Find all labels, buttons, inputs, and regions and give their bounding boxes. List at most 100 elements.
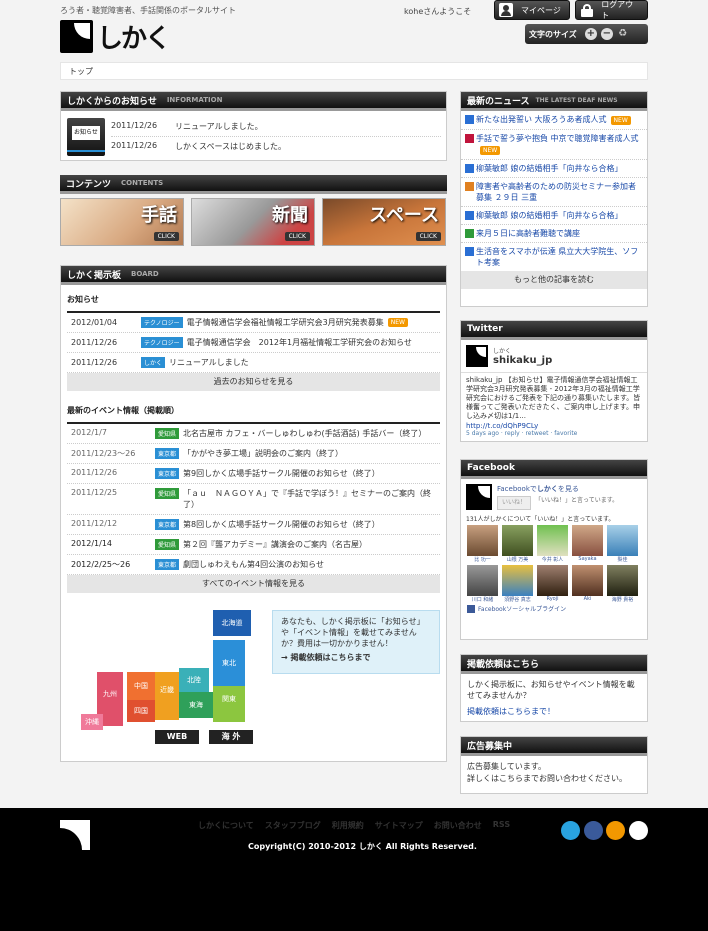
fb-fan[interactable]: 須野谷 真志	[502, 565, 533, 603]
lock-icon	[580, 3, 593, 17]
footer-logo-icon[interactable]	[60, 820, 90, 850]
row-text: 劇団しゅわえもん第4回公演のお知らせ	[183, 560, 324, 569]
information-list: 2011/12/26 リニューアルしました。 2011/12/26 しかくスペースは…	[111, 117, 441, 156]
region-hokuriku[interactable]: 北陸	[179, 668, 209, 692]
notice-badge-icon: お知らせ	[67, 118, 105, 156]
list-item[interactable]: 生活音をスマホが伝達 県立大大学院生、ソフト考案	[461, 243, 647, 271]
fb-fan[interactable]: 山根 万美	[502, 525, 533, 563]
footer-link-terms[interactable]: 利用規約	[332, 820, 364, 831]
table-row[interactable]: 2012/1/7 愛知県 北名古屋市 カフェ・バーしゅわしゅわ(手話酒話) 手話バー…	[67, 424, 440, 444]
list-item[interactable]: 2011/12/26 リニューアルしました。	[111, 117, 441, 137]
promo-box: あなたも、しかく掲示板に「お知らせ」や「イベント情報」を載せてみませんか？費用は…	[272, 610, 440, 674]
rss-circle-icon[interactable]	[606, 821, 625, 840]
row-date: 2012/1/14	[71, 539, 113, 548]
fb-fan[interactable]: 海野 貴裕	[607, 565, 638, 603]
twitter-handle[interactable]: shikaku_jp	[493, 355, 552, 366]
font-reset-button[interactable]: ♻	[617, 28, 629, 40]
list-item[interactable]: 2011/12/26 しかくスペースはじめました。	[111, 137, 441, 156]
breadcrumb-top-link[interactable]: トップ	[69, 67, 93, 76]
fb-fan[interactable]: Aki	[572, 565, 603, 603]
list-item[interactable]: 柳葉敏郎 娘の結婚相手「向井なら合格」	[461, 160, 647, 178]
footer-link-sitemap[interactable]: サイトマップ	[375, 820, 423, 831]
logout-button[interactable]: ログアウト	[575, 0, 648, 20]
tweet-link[interactable]: http://t.co/dQhP9CLy	[461, 422, 647, 430]
region-kanto[interactable]: 関東	[213, 686, 245, 722]
ads-line2[interactable]: 詳しくはこちらまでお問い合わせください。	[467, 773, 641, 785]
row-date: 2012/2/25〜26	[71, 560, 131, 569]
logo-mark-icon	[60, 20, 93, 53]
fan-name: 山根 万美	[506, 557, 529, 563]
fb-plugin-label[interactable]: Facebookソーシャルプラグイン	[478, 604, 566, 613]
footer-link-contact[interactable]: お問い合わせ	[434, 820, 482, 831]
past-notices-link[interactable]: 過去のお知らせを見る	[67, 373, 440, 391]
region-shikoku[interactable]: 四国	[127, 700, 155, 722]
fb-fan[interactable]: 比 功一	[467, 525, 498, 563]
table-row[interactable]: 2012/1/14 愛知県 第２回『聾アカデミー』講演会のご案内（名古屋）	[67, 535, 440, 555]
row-date: 2012/01/04	[71, 318, 118, 327]
news-title: 最新のニュース	[467, 96, 530, 107]
fan-name: 梨佳	[617, 557, 628, 563]
fb-like-button[interactable]: いいね！	[497, 496, 532, 510]
more-news-link[interactable]: もっと他の記事を読む	[461, 271, 647, 289]
banner-space[interactable]: スペース CLICK	[322, 198, 446, 246]
list-item[interactable]: 障害者や高齢者のための防災セミナー参加者募集 ２９日 三重	[461, 178, 647, 207]
region-tag: 愛知県	[155, 539, 180, 550]
region-kinki[interactable]: 近畿	[155, 672, 179, 720]
twitter-avatar[interactable]	[466, 345, 488, 367]
avatar	[607, 565, 638, 596]
contents-title: コンテンツ	[66, 179, 112, 190]
region-web[interactable]: WEB	[155, 730, 199, 744]
fb-faces-row1: 比 功一 山根 万美 今井 彰人 Sayaka 梨佳	[461, 525, 647, 563]
font-minus-button[interactable]: −	[600, 28, 613, 40]
footer-link-rss[interactable]: RSS	[493, 820, 510, 831]
region-okinawa[interactable]: 沖縄	[81, 714, 103, 730]
banner-label: スペース	[369, 205, 439, 226]
list-item[interactable]: 手話で誓う夢や抱負 中京で聴覚障害者成人式 NEW	[461, 130, 647, 160]
banner-sign-language[interactable]: 手話 CLICK	[60, 198, 184, 246]
twitter-circle-icon[interactable]	[561, 821, 580, 840]
fb-fan[interactable]: 今井 彰人	[537, 525, 568, 563]
post-request-link[interactable]: 掲載依頼はこちらまで！	[461, 706, 647, 717]
region-tag: 東京都	[155, 448, 180, 459]
list-item[interactable]: 柳葉敏郎 娘の結婚相手「向井なら合格」	[461, 207, 647, 225]
mypage-button[interactable]: マイページ	[494, 0, 570, 20]
list-item[interactable]: 来月５日に高齢者難聴で講座	[461, 225, 647, 243]
banner-newspaper[interactable]: 新聞 CLICK	[191, 198, 315, 246]
all-events-link[interactable]: すべてのイベント情報を見る	[67, 575, 440, 593]
table-row[interactable]: 2012/01/04 テクノロジー 電子情報通信学会福祉情報工学研究会3月研究発表募…	[67, 313, 440, 333]
fb-fan[interactable]: 川口 和緒	[467, 565, 498, 603]
row-date: 2012/1/7	[71, 428, 107, 437]
category-tag: テクノロジー	[141, 337, 183, 348]
table-row[interactable]: 2012/2/25〜26 東京都 劇団しゅわえもん第4回公演のお知らせ	[67, 555, 440, 575]
facebook-box: Facebook Facebookでしかくを見る いいね！ 「いいね！」と言ってい…	[460, 459, 648, 640]
table-row[interactable]: 2011/12/26 しかく リニューアルしました	[67, 353, 440, 373]
row-text: 北名古屋市 カフェ・バーしゅわしゅわ(手話酒話) 手話バー（終了）	[183, 429, 427, 438]
font-plus-button[interactable]: +	[584, 28, 597, 40]
region-hokkaido[interactable]: 北海道	[213, 610, 251, 636]
table-row[interactable]: 2011/12/25 愛知県 「ａｕ ＮＡＧＯＹＡ」で『手話で学ぼう！』セミナーのご…	[67, 484, 440, 515]
footer-link-about[interactable]: しかくについて	[198, 820, 254, 831]
tweet-meta[interactable]: 5 days ago · reply · retweet · favorite	[461, 430, 647, 437]
region-chugoku[interactable]: 中国	[127, 672, 155, 700]
footer-link-staff-blog[interactable]: スタッフブログ	[265, 820, 321, 831]
region-overseas[interactable]: 海 外	[209, 730, 253, 744]
fb-page-name[interactable]: しかく	[537, 485, 558, 493]
facebook-avatar[interactable]	[466, 484, 492, 510]
list-item[interactable]: 新たな出発誓い 大阪ろうあ者成人式 NEW	[461, 111, 647, 130]
site-logo[interactable]: しかく	[60, 20, 171, 54]
share-circle-icon[interactable]	[629, 821, 648, 840]
table-row[interactable]: 2011/12/26 テクノロジー 電子情報通信学会 2012年1月福祉情報工学研究…	[67, 333, 440, 353]
table-row[interactable]: 2011/12/23〜26 東京都 「かがやき夢工場」説明会のご案内（終了）	[67, 444, 440, 464]
table-row[interactable]: 2011/12/12 東京都 第8回しかく広場手話サークル開催のお知らせ（終了）	[67, 515, 440, 535]
post-request-box: 掲載依頼はこちら しかく掲示板に、お知らせやイベント情報を載せてみませんか？ 掲…	[460, 654, 648, 722]
fb-fan[interactable]: 梨佳	[607, 525, 638, 563]
row-text: 電子情報通信学会福祉情報工学研究会3月研究発表募集	[186, 318, 384, 327]
region-tohoku[interactable]: 東北	[213, 640, 245, 686]
fb-fan[interactable]: Ryoji	[537, 565, 568, 603]
promo-link[interactable]: → 掲載依頼はこちらまで	[281, 652, 431, 663]
news-source-icon	[465, 229, 474, 238]
facebook-circle-icon[interactable]	[584, 821, 603, 840]
fb-fan[interactable]: Sayaka	[572, 525, 603, 563]
table-row[interactable]: 2011/12/26 東京都 第9回しかく広場手話サークル開催のお知らせ（終了）	[67, 464, 440, 484]
region-tokai[interactable]: 東海	[179, 692, 213, 718]
